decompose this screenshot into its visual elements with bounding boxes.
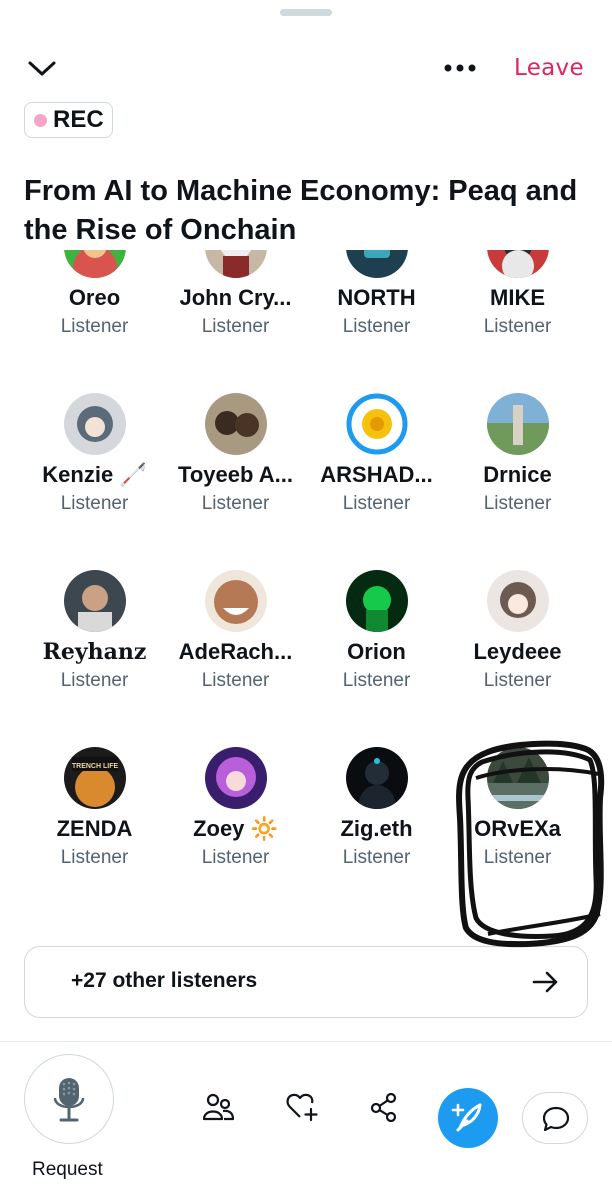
listener-role: Listener [60, 316, 129, 337]
listener-name: Reyhanz [42, 639, 147, 665]
listener-item[interactable]: Leydeee Listener [447, 570, 588, 700]
listener-role: Listener [342, 670, 411, 691]
listener-name: ZENDA [56, 816, 133, 841]
listener-name: NORTH [337, 285, 416, 310]
recording-dot-icon [34, 113, 47, 127]
listener-role: Listener [60, 670, 129, 691]
chat-bubble-icon [542, 1106, 570, 1132]
other-listeners-button[interactable]: +27 other listeners [24, 946, 588, 1018]
svg-text:TRENCH LIFE: TRENCH LIFE [72, 763, 119, 770]
listener-item[interactable]: TRENCH LIFE ZENDA Listener [24, 747, 165, 877]
recording-badge: REC [24, 102, 113, 138]
chevron-down-icon[interactable] [22, 52, 62, 84]
request-label: Request [32, 1159, 103, 1180]
hooded-avatar[interactable] [346, 747, 408, 809]
listener-item[interactable]: Toyeeb A... Listener [165, 393, 306, 523]
listener-role: Listener [483, 493, 552, 514]
listener-role: Listener [60, 847, 129, 868]
share-button[interactable] [356, 1092, 412, 1144]
listener-name: Orion [347, 639, 406, 664]
photo-avatar[interactable] [205, 393, 267, 455]
listener-name: Zig.eth [340, 816, 413, 841]
listener-name: ARSHAD... [320, 462, 433, 487]
listener-item[interactable]: Zig.eth Listener [306, 747, 447, 877]
anime-avatar[interactable] [487, 250, 549, 278]
listener-name: Leydeee [473, 639, 562, 664]
anime-avatar[interactable] [205, 747, 267, 809]
listener-role: Listener [60, 493, 129, 514]
footer-divider [0, 1041, 612, 1042]
listener-role: Listener [483, 316, 552, 337]
reaction-button[interactable] [274, 1092, 330, 1144]
city-avatar[interactable] [487, 393, 549, 455]
listener-role: Listener [201, 847, 270, 868]
space-title: From AI to Machine Economy: Peaq and the… [24, 175, 578, 246]
listener-role: Listener [342, 847, 411, 868]
listener-role: Listener [201, 670, 270, 691]
listener-role: Listener [201, 316, 270, 337]
cat-avatar[interactable]: TRENCH LIFE [64, 747, 126, 809]
people-icon [202, 1093, 235, 1121]
anime-avatar[interactable] [64, 393, 126, 455]
listener-role: Listener [201, 493, 270, 514]
listener-name: Kenzie 🦯 [42, 462, 147, 487]
listener-item[interactable]: Zoey 🔆 Listener [165, 747, 306, 877]
share-icon [370, 1092, 397, 1122]
listener-item[interactable]: Reyhanz Listener [24, 570, 165, 700]
listener-item[interactable]: MIKE Listener [447, 250, 588, 346]
other-listeners-label: +27 other listeners [71, 969, 258, 992]
feather-plus-icon [451, 1103, 482, 1132]
listener-item[interactable]: NORTH Listener [306, 250, 447, 346]
listener-item[interactable]: ARSHAD... Listener [306, 393, 447, 523]
cartoon-avatar[interactable] [64, 250, 126, 278]
matrix-avatar[interactable] [346, 570, 408, 632]
more-options-icon[interactable] [436, 52, 484, 84]
listener-role: Listener [483, 670, 552, 691]
listener-role: Listener [342, 316, 411, 337]
listener-item[interactable]: Oreo Listener [24, 250, 165, 346]
anime-avatar[interactable] [487, 570, 549, 632]
listener-item[interactable]: AdeRach... Listener [165, 570, 306, 700]
listener-name: AdeRach... [178, 639, 293, 664]
listener-item[interactable]: Kenzie 🦯 Listener [24, 393, 165, 523]
sheet-drag-handle[interactable] [280, 9, 332, 16]
listener-name: Drnice [483, 462, 552, 487]
listener-name: Oreo [68, 285, 121, 310]
landscape-avatar[interactable] [487, 747, 549, 809]
listener-name: ORvEXa [474, 816, 561, 841]
photo-avatar[interactable] [205, 570, 267, 632]
anime-avatar[interactable] [205, 250, 267, 278]
microphone-icon [53, 1078, 85, 1122]
listener-role: Listener [342, 493, 411, 514]
chat-button[interactable] [522, 1092, 588, 1144]
compose-post-button[interactable] [438, 1088, 498, 1148]
leave-button[interactable]: Leave [514, 52, 584, 84]
listener-grid: Oreo Listener John Cry... Listener NORTH List… [0, 250, 612, 940]
robot-avatar[interactable] [346, 250, 408, 278]
listener-item[interactable]: Drnice Listener [447, 393, 588, 523]
people-button[interactable] [190, 1092, 246, 1144]
arrow-right-icon [531, 969, 561, 995]
listener-item[interactable]: ORvEXa Listener [447, 747, 588, 877]
listener-item[interactable]: Orion Listener [306, 570, 447, 700]
listener-name: Toyeeb A... [178, 462, 293, 487]
sunflower-avatar[interactable] [346, 393, 408, 455]
listener-role: Listener [483, 847, 552, 868]
listener-name: MIKE [490, 285, 545, 310]
listener-name: John Cry... [179, 285, 292, 310]
recording-label: REC [53, 106, 104, 133]
listener-item[interactable]: John Cry... Listener [165, 250, 306, 346]
request-mic-button[interactable] [24, 1054, 114, 1144]
listener-name: Zoey 🔆 [193, 816, 278, 841]
top-bar: Leave [0, 40, 612, 96]
photo-avatar[interactable] [64, 570, 126, 632]
heart-plus-icon [286, 1093, 318, 1122]
